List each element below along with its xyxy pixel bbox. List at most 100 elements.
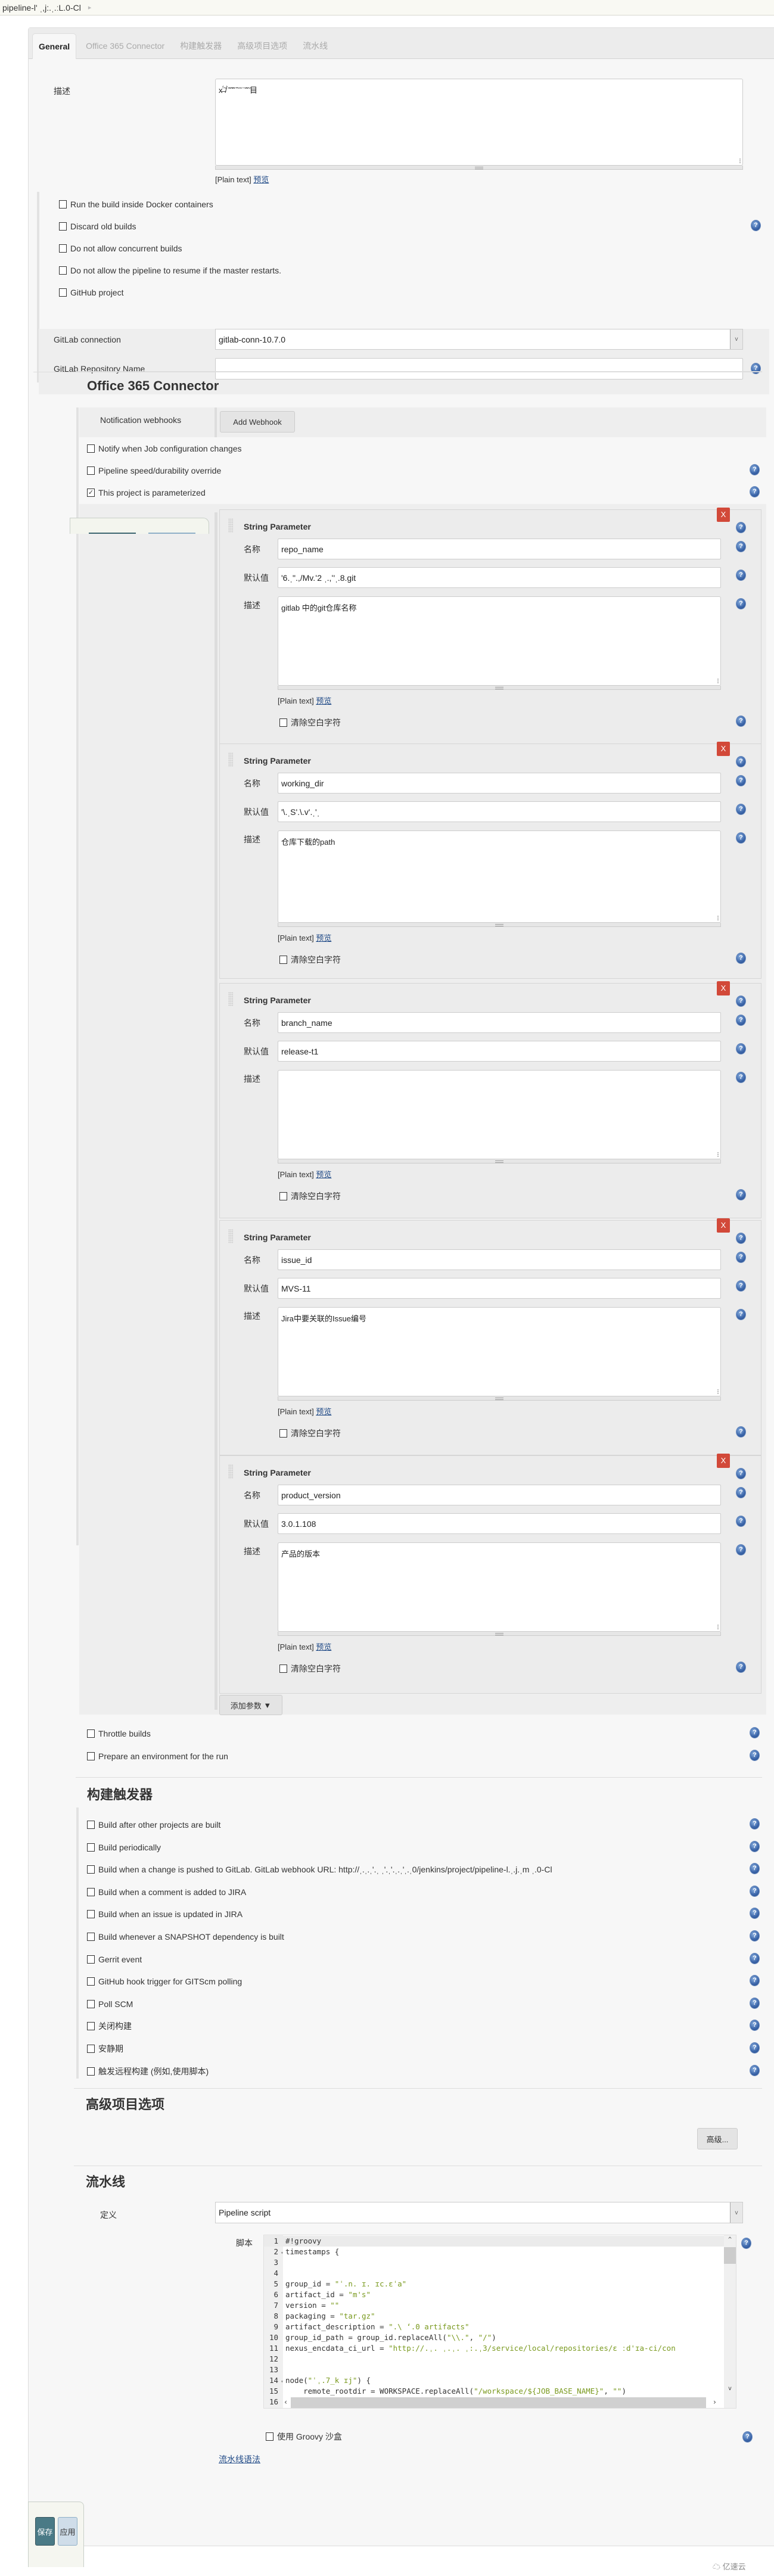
help-icon[interactable]: ? bbox=[750, 1885, 760, 1897]
apply-button[interactable]: 应用 bbox=[58, 2517, 77, 2546]
drag-handle-icon[interactable] bbox=[228, 1229, 233, 1243]
desc-textarea[interactable] bbox=[278, 1070, 721, 1159]
help-icon[interactable]: ? bbox=[736, 1043, 746, 1054]
checkbox-icon[interactable] bbox=[87, 1729, 95, 1738]
checkbox-icon[interactable] bbox=[266, 2432, 273, 2441]
default-input[interactable]: '\.ˌS'.\.v'.ˌ'ˌ bbox=[278, 801, 721, 822]
gitlab-connection-select[interactable]: gitlab-conn-10.7.0 v bbox=[215, 329, 743, 350]
help-icon[interactable]: ? bbox=[736, 804, 746, 815]
code-line[interactable]: 6 artifact_id = "m's" bbox=[264, 2289, 729, 2300]
add-webhook-button[interactable]: Add Webhook bbox=[220, 411, 295, 433]
help-icon[interactable]: ? bbox=[736, 1233, 746, 1244]
checkbox-icon[interactable] bbox=[279, 1665, 287, 1673]
code-line[interactable]: 15 remote_rootdir = WORKSPACE.replaceAll… bbox=[264, 2386, 729, 2397]
help-icon[interactable]: ? bbox=[751, 363, 761, 374]
scroll-down-icon[interactable]: v bbox=[724, 2385, 736, 2392]
help-icon[interactable]: ? bbox=[751, 220, 761, 231]
option-checkbox[interactable]: Throttle builds bbox=[87, 1728, 151, 1740]
checkbox-icon[interactable] bbox=[59, 200, 67, 209]
checkbox-icon[interactable] bbox=[87, 2067, 95, 2076]
help-icon[interactable]: ? bbox=[736, 832, 746, 844]
code-line[interactable]: 10 group_id_path = group_id.replaceAll("\… bbox=[264, 2332, 729, 2343]
option-checkbox[interactable]: 安静期 bbox=[87, 2043, 123, 2055]
desc-textarea[interactable]: gitlab 中的git仓库名称 bbox=[278, 596, 721, 686]
help-icon[interactable]: ? bbox=[736, 1426, 746, 1438]
checkbox-icon[interactable] bbox=[87, 1865, 95, 1874]
definition-select[interactable]: Pipeline script v bbox=[215, 2202, 743, 2223]
help-icon[interactable]: ? bbox=[736, 1015, 746, 1026]
checkbox-icon[interactable] bbox=[87, 1977, 95, 1986]
groovy-sandbox-checkbox[interactable]: 使用 Groovy 沙盒 bbox=[266, 2431, 342, 2443]
code-line[interactable]: 3 bbox=[264, 2257, 729, 2268]
tab-3[interactable]: 高级项目选项 bbox=[231, 33, 293, 58]
checkbox-icon[interactable] bbox=[87, 1999, 95, 2008]
drag-handle-icon[interactable] bbox=[228, 518, 233, 533]
help-icon[interactable]: ? bbox=[750, 1952, 760, 1964]
textarea-resize-bar[interactable] bbox=[278, 1159, 721, 1163]
help-icon[interactable]: ? bbox=[736, 775, 746, 786]
option-checkbox[interactable]: Build when a comment is added to JIRA bbox=[87, 1886, 246, 1898]
code-line[interactable]: 5 group_id = "ˈ.n. ɪ. ɪc.ɛˈa" bbox=[264, 2279, 729, 2289]
advanced-button[interactable]: 高级... bbox=[697, 2128, 738, 2149]
scroll-thumb[interactable] bbox=[291, 2397, 706, 2408]
option-checkbox[interactable]: GitHub hook trigger for GITScm polling bbox=[87, 1975, 242, 1987]
help-icon[interactable]: ? bbox=[750, 1997, 760, 2009]
script-editor[interactable]: 1 #!groovy 2 ▾ timestamps {3 4 5 group_id = "ˈ.… bbox=[263, 2235, 736, 2409]
desc-textarea[interactable]: 产品的版本 bbox=[278, 1542, 721, 1632]
horizontal-scrollbar[interactable]: ‹ › bbox=[284, 2397, 724, 2408]
help-icon[interactable]: ? bbox=[736, 1544, 746, 1555]
checkbox-icon[interactable] bbox=[87, 2022, 95, 2031]
code-line[interactable]: 7 version = "" bbox=[264, 2300, 729, 2311]
help-icon[interactable]: ? bbox=[750, 486, 760, 497]
resize-grip-icon[interactable] bbox=[715, 1625, 719, 1629]
option-checkbox[interactable]: Pipeline speed/durability override bbox=[87, 465, 221, 477]
checkbox-icon[interactable] bbox=[279, 956, 287, 964]
scroll-left-icon[interactable]: ‹ bbox=[284, 2398, 288, 2406]
option-checkbox[interactable]: 关闭构建 bbox=[87, 2020, 132, 2032]
resize-grip-icon[interactable] bbox=[737, 158, 741, 163]
checkbox-icon[interactable] bbox=[279, 718, 287, 727]
delete-parameter-button[interactable]: X bbox=[717, 1454, 730, 1468]
checkbox-icon[interactable] bbox=[87, 466, 95, 475]
option-checkbox[interactable]: Build when an issue is updated in JIRA bbox=[87, 1908, 243, 1920]
help-icon[interactable]: ? bbox=[736, 1309, 746, 1320]
default-input[interactable]: '6.ˌ".,/Mv.ʻ2 ˌ.,ʻ'ˌ.8.git bbox=[278, 567, 721, 588]
option-checkbox[interactable]: Run the build inside Docker containers bbox=[59, 198, 213, 210]
option-checkbox[interactable]: Build after other projects are built bbox=[87, 1819, 220, 1831]
code-line[interactable]: 2 ▾ timestamps { bbox=[264, 2247, 729, 2257]
help-icon[interactable]: ? bbox=[750, 1750, 760, 1761]
breadcrumb-separator-icon[interactable]: ▸ bbox=[88, 4, 92, 11]
preview-link[interactable]: 预览 bbox=[316, 934, 331, 942]
default-input[interactable]: MVS-11 bbox=[278, 1278, 721, 1299]
drag-handle-icon[interactable] bbox=[228, 1464, 233, 1479]
desc-textarea[interactable]: 仓库下载的path bbox=[278, 830, 721, 923]
preview-link[interactable]: 预览 bbox=[316, 696, 331, 705]
drag-handle-icon[interactable] bbox=[228, 752, 233, 767]
gitlab-repo-input[interactable] bbox=[215, 358, 743, 379]
desc-textarea[interactable]: Jira中要关联的Issue编号 bbox=[278, 1307, 721, 1396]
checkbox-icon[interactable] bbox=[59, 266, 67, 275]
help-icon[interactable]: ? bbox=[736, 570, 746, 581]
drag-handle-icon[interactable] bbox=[228, 992, 233, 1006]
help-icon[interactable]: ? bbox=[750, 1840, 760, 1852]
help-icon[interactable]: ? bbox=[736, 953, 746, 964]
textarea-resize-bar[interactable] bbox=[278, 686, 721, 690]
option-checkbox[interactable]: Notify when Job configuration changes bbox=[87, 443, 241, 455]
trim-checkbox[interactable]: 清除空白字符 bbox=[279, 1427, 341, 1439]
delete-parameter-button[interactable]: X bbox=[717, 981, 730, 995]
option-checkbox[interactable]: Build periodically bbox=[87, 1841, 161, 1853]
checkbox-icon[interactable] bbox=[279, 1429, 287, 1438]
checkbox-icon[interactable] bbox=[59, 222, 67, 231]
option-checkbox[interactable]: Do not allow the pipeline to resume if t… bbox=[59, 265, 281, 276]
checkbox-icon[interactable] bbox=[87, 444, 95, 453]
option-checkbox[interactable]: Discard old builds bbox=[59, 220, 136, 232]
help-icon[interactable]: ? bbox=[750, 1818, 760, 1830]
option-checkbox[interactable]: Poll SCM bbox=[87, 1998, 133, 2010]
textarea-resize-bar[interactable] bbox=[278, 1632, 721, 1636]
help-icon[interactable]: ? bbox=[736, 1516, 746, 1527]
checkbox-icon[interactable] bbox=[87, 2045, 95, 2053]
preview-link[interactable]: 预览 bbox=[253, 175, 269, 184]
default-input[interactable]: 3.0.1.108 bbox=[278, 1513, 721, 1534]
checkbox-icon[interactable] bbox=[87, 1752, 95, 1760]
resize-grip-icon[interactable] bbox=[715, 1389, 719, 1394]
